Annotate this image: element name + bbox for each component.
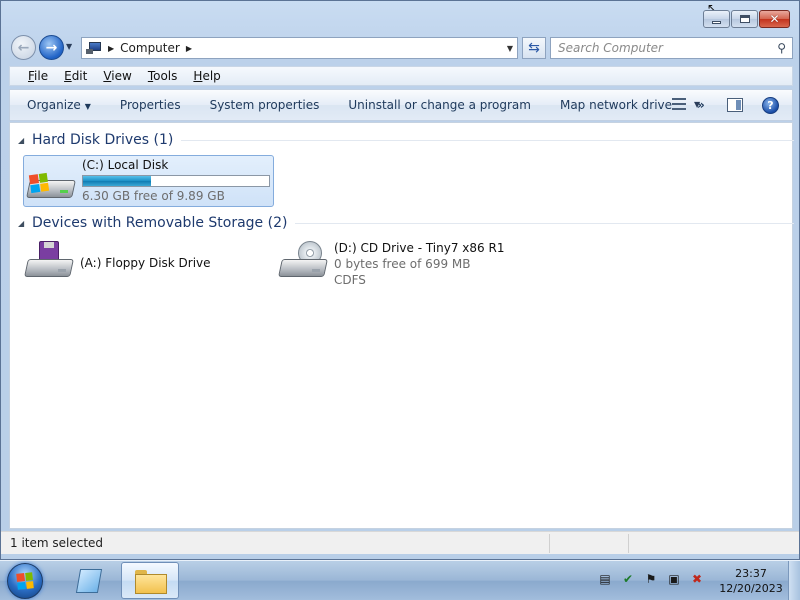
caption-buttons: ✕ xyxy=(703,10,790,28)
group-title: Devices with Removable Storage (2) xyxy=(32,215,288,231)
breadcrumb-chevron-icon[interactable]: ▶ xyxy=(186,44,192,53)
search-placeholder: Search Computer xyxy=(558,41,663,55)
show-desktop-button[interactable] xyxy=(788,561,800,600)
drive-name: (D:) CD Drive - Tiny7 x86 R1 xyxy=(334,241,505,255)
refresh-button[interactable]: ⇆ xyxy=(522,37,546,59)
drive-item-c[interactable]: (C:) Local Disk 6.30 GB free of 9.89 GB xyxy=(23,155,274,207)
status-bar: 1 item selected xyxy=(1,531,799,554)
taskbar-explorer-button[interactable] xyxy=(121,562,179,599)
hard-drive-windows-icon xyxy=(26,160,76,204)
drive-free-space: 6.30 GB free of 9.89 GB xyxy=(82,189,225,203)
status-divider xyxy=(628,534,629,553)
file-list-pane[interactable]: ◢ Hard Disk Drives (1) (C:) Local Disk 6… xyxy=(9,122,794,529)
menu-edit[interactable]: Edit xyxy=(63,69,94,83)
address-bar[interactable]: ▶ Computer ▶ ▼ xyxy=(81,37,518,59)
group-divider xyxy=(295,222,794,224)
minimize-button[interactable] xyxy=(703,10,730,28)
drive-item-d[interactable]: (D:) CD Drive - Tiny7 x86 R1 0 bytes fre… xyxy=(278,239,538,289)
organize-button[interactable]: Organize ▼ xyxy=(27,98,91,112)
status-divider xyxy=(549,534,550,553)
collapse-toggle-icon[interactable]: ◢ xyxy=(18,136,30,145)
forward-arrow-icon: → xyxy=(45,39,58,56)
maximize-button[interactable] xyxy=(731,10,758,28)
refresh-icon: ⇆ xyxy=(528,40,540,56)
help-icon[interactable]: ? xyxy=(762,97,779,114)
clock-date: 12/20/2023 xyxy=(719,582,783,595)
menu-view[interactable]: View xyxy=(102,69,138,83)
group-header-removable[interactable]: ◢ Devices with Removable Storage (2) xyxy=(10,213,794,233)
minimize-icon xyxy=(712,20,721,24)
recent-pages-dropdown[interactable]: ▼ xyxy=(66,42,72,51)
menu-bar: File Edit View Tools Help xyxy=(9,66,793,86)
drive-name: (A:) Floppy Disk Drive xyxy=(80,256,211,270)
explorer-window: ↖ ✕ ← → ▼ ▶ Computer ▶ ▼ ⇆ Search Comput… xyxy=(0,0,800,560)
menu-help[interactable]: Help xyxy=(192,69,227,83)
system-tray: ▤ ✔ ⚑ ▣ ✖ xyxy=(598,571,704,587)
system-properties-button[interactable]: System properties xyxy=(210,98,320,112)
collapse-toggle-icon[interactable]: ◢ xyxy=(18,219,30,228)
views-dropdown-icon[interactable]: ▼ xyxy=(694,100,700,109)
change-view-button[interactable]: ▼ xyxy=(672,98,700,110)
drive-name: (C:) Local Disk xyxy=(82,158,169,172)
shield-icon[interactable]: ✔ xyxy=(621,571,635,587)
start-button[interactable] xyxy=(7,563,43,599)
network-icon[interactable]: ▣ xyxy=(667,571,681,587)
properties-button[interactable]: Properties xyxy=(120,98,181,112)
back-arrow-icon: ← xyxy=(17,39,30,56)
taskbar-notepad-button[interactable] xyxy=(60,562,118,599)
breadcrumb-separator-icon[interactable]: ▶ xyxy=(108,44,114,53)
menu-file[interactable]: File xyxy=(27,69,55,83)
volume-muted-icon[interactable]: ✖ xyxy=(690,571,704,587)
preview-pane-icon[interactable] xyxy=(727,98,743,112)
drive-filesystem: CDFS xyxy=(334,273,366,287)
forward-button[interactable]: → xyxy=(39,35,64,60)
folder-icon xyxy=(135,569,167,594)
drive-item-a[interactable]: (A:) Floppy Disk Drive xyxy=(24,239,264,289)
floppy-drive-icon xyxy=(24,239,74,283)
uninstall-program-button[interactable]: Uninstall or change a program xyxy=(348,98,531,112)
windows-logo-icon xyxy=(16,572,34,590)
address-dropdown-icon[interactable]: ▼ xyxy=(507,44,513,53)
back-button[interactable]: ← xyxy=(11,35,36,60)
command-bar: Organize ▼ Properties System properties U… xyxy=(9,89,793,121)
breadcrumb-computer[interactable]: Computer xyxy=(120,41,180,55)
drive-free-space: 0 bytes free of 699 MB xyxy=(334,257,471,271)
document-icon[interactable]: ▤ xyxy=(598,571,612,587)
group-title: Hard Disk Drives (1) xyxy=(32,132,174,148)
close-icon: ✕ xyxy=(769,12,780,26)
chevron-down-icon: ▼ xyxy=(84,102,91,111)
search-input[interactable]: Search Computer ⚲ xyxy=(550,37,793,59)
maximize-icon xyxy=(739,15,750,23)
group-header-hard-disks[interactable]: ◢ Hard Disk Drives (1) xyxy=(10,130,794,150)
clock[interactable]: 23:37 12/20/2023 xyxy=(718,566,784,596)
clock-time: 23:37 xyxy=(735,567,767,580)
taskbar: ▤ ✔ ⚑ ▣ ✖ 23:37 12/20/2023 xyxy=(0,560,800,600)
close-button[interactable]: ✕ xyxy=(759,10,790,28)
computer-icon xyxy=(86,42,102,54)
map-network-drive-button[interactable]: Map network drive xyxy=(560,98,672,112)
flag-icon[interactable]: ⚑ xyxy=(644,571,658,587)
capacity-bar xyxy=(82,175,270,187)
capacity-fill xyxy=(83,176,151,186)
views-icon xyxy=(672,98,686,110)
notepad-icon xyxy=(75,568,103,593)
search-icon[interactable]: ⚲ xyxy=(777,41,786,55)
group-divider xyxy=(181,139,794,141)
menu-tools[interactable]: Tools xyxy=(147,69,185,83)
status-text: 1 item selected xyxy=(10,536,104,550)
navigation-bar: ← → ▼ ▶ Computer ▶ ▼ ⇆ Search Computer ⚲ xyxy=(9,33,793,61)
cd-drive-icon xyxy=(278,239,328,283)
